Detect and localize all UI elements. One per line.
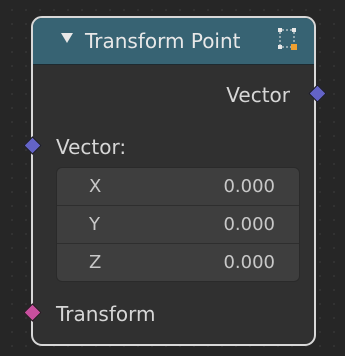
triangle-down-icon[interactable] [61, 33, 73, 43]
field-value: 0.000 [223, 252, 275, 273]
field-label: X [89, 176, 102, 197]
output-vector-label: Vector [226, 83, 290, 107]
transform-point-node[interactable]: Transform Point Vector Vector: X 0.000 Y… [31, 16, 316, 346]
vector-fields: X 0.000 Y 0.000 Z 0.000 [56, 167, 300, 282]
field-label: Z [89, 252, 102, 273]
field-label: Y [89, 214, 100, 235]
input-vector-label: Vector: [56, 135, 127, 159]
vector-x-field[interactable]: X 0.000 [57, 168, 299, 206]
node-editor-icon [278, 28, 297, 50]
node-header[interactable]: Transform Point [33, 18, 314, 65]
vector-y-field[interactable]: Y 0.000 [57, 206, 299, 244]
vector-z-field[interactable]: Z 0.000 [57, 244, 299, 281]
field-value: 0.000 [223, 214, 275, 235]
node-title: Transform Point [85, 29, 241, 53]
input-transform-label: Transform [56, 302, 156, 326]
field-value: 0.000 [223, 176, 275, 197]
